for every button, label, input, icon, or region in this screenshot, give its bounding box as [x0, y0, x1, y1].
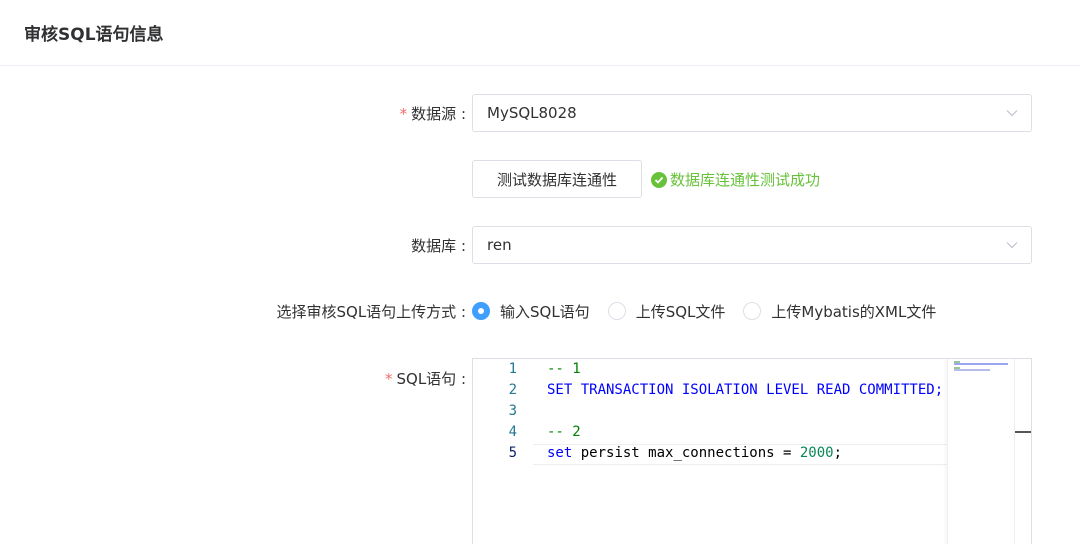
datasource-label: * 数据源 : — [399, 105, 466, 123]
sql-label: * SQL语句 : — [384, 370, 466, 388]
database-select-value: ren — [487, 236, 512, 254]
datasource-select[interactable]: MySQL8028 — [472, 94, 1032, 132]
sql-editor[interactable]: 1 2 3 4 5 -- 1 SET TRANSACTION ISOLATION… — [472, 358, 1032, 544]
radio-circle[interactable] — [607, 302, 626, 320]
page-header: 审核SQL语句信息 — [0, 0, 1080, 66]
line-number: 1 — [508, 361, 517, 377]
connection-test-result-text: 数据库连通性测试成功 — [670, 171, 821, 189]
radio-label: 输入SQL语句 — [500, 302, 590, 321]
scrollbar-position-marker — [1015, 431, 1031, 433]
radio-upload-sql-file[interactable]: 上传SQL文件 — [607, 301, 726, 322]
line-number: 5 — [508, 445, 517, 461]
line-number: 3 — [508, 403, 517, 419]
test-connection-button[interactable]: 测试数据库连通性 — [472, 160, 642, 198]
chevron-down-icon — [1006, 242, 1018, 249]
database-select[interactable]: ren — [472, 226, 1032, 264]
line-number: 2 — [508, 382, 517, 398]
code-line-1: -- 1 — [547, 361, 581, 377]
editor-scrollbar[interactable] — [1014, 359, 1031, 544]
check-circle-icon — [651, 171, 667, 188]
code-minimap[interactable] — [947, 359, 1013, 544]
code-line-2: SET TRANSACTION ISOLATION LEVEL READ COM… — [547, 382, 944, 398]
connection-test-result: 数据库连通性测试成功 — [651, 169, 820, 190]
upload-method-radio-group: 输入SQL语句 上传SQL文件 上传Mybatis的XML文件 — [472, 299, 954, 323]
upload-method-label: 选择审核SQL语句上传方式 : — [276, 303, 466, 321]
page-title: 审核SQL语句信息 — [24, 25, 164, 45]
radio-label: 上传Mybatis的XML文件 — [771, 302, 937, 321]
line-number: 4 — [508, 424, 517, 440]
chevron-down-icon — [1006, 110, 1018, 117]
code-line-5: set persist max_connections = 2000; — [547, 445, 843, 461]
required-mark: * — [399, 105, 408, 123]
required-mark: * — [384, 370, 393, 388]
database-label: 数据库 : — [411, 237, 466, 255]
datasource-select-value: MySQL8028 — [487, 104, 577, 122]
radio-label: 上传SQL文件 — [635, 302, 726, 321]
code-line-4: -- 2 — [547, 424, 581, 440]
radio-upload-mybatis-xml[interactable]: 上传Mybatis的XML文件 — [743, 301, 936, 322]
radio-circle[interactable] — [743, 302, 762, 320]
radio-circle[interactable] — [472, 302, 490, 320]
radio-input-sql[interactable]: 输入SQL语句 — [472, 301, 590, 322]
